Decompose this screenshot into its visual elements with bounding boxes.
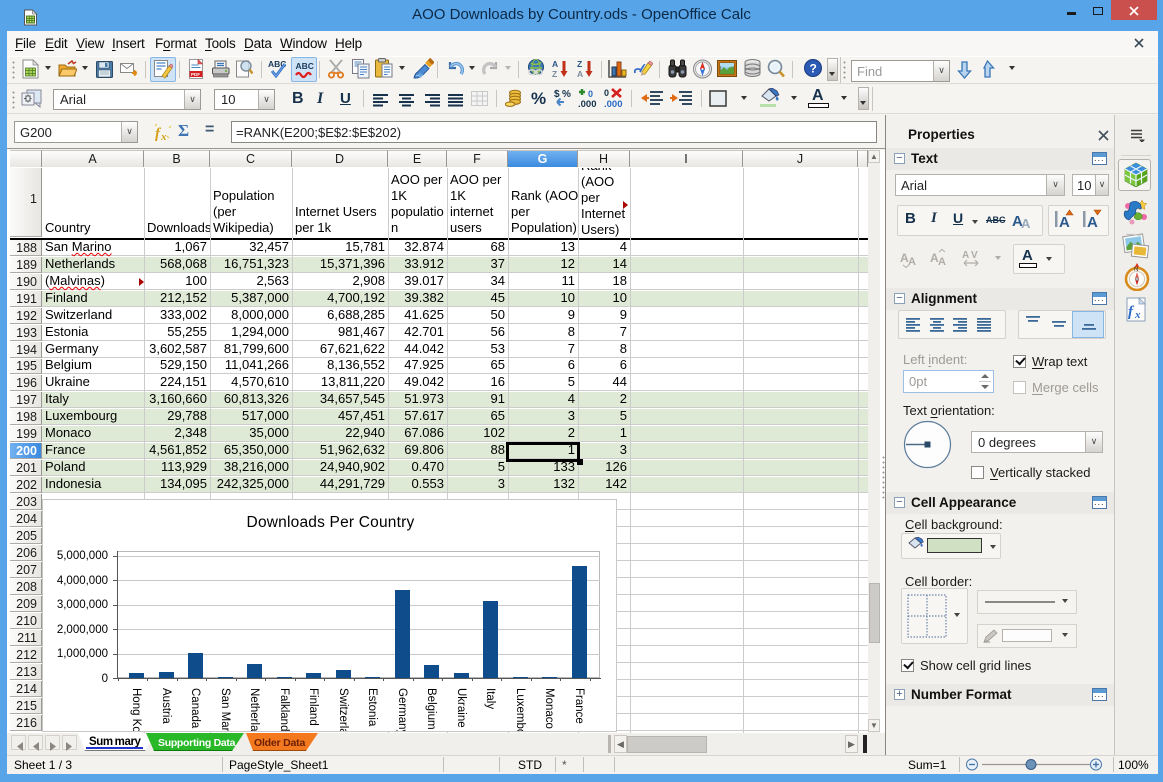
svg-text:x: x: [1134, 309, 1141, 321]
svg-text:V: V: [971, 250, 978, 261]
svg-text:0: 0: [588, 89, 593, 99]
svg-text:.000: .000: [578, 99, 597, 108]
svg-text:N: N: [1134, 267, 1138, 273]
svg-text:A: A: [552, 59, 558, 69]
svg-text:PDF: PDF: [191, 72, 200, 77]
svg-text:Z: Z: [552, 69, 557, 79]
svg-text:A: A: [908, 256, 916, 268]
svg-text:A: A: [1087, 214, 1098, 230]
svg-text:A: A: [1021, 216, 1031, 229]
svg-text:Z: Z: [577, 59, 582, 69]
svg-text:A: A: [1059, 214, 1070, 230]
svg-text:ABC: ABC: [296, 61, 314, 71]
svg-text:%: %: [562, 89, 571, 100]
svg-text:$: $: [554, 89, 560, 100]
svg-text:.000: .000: [604, 99, 623, 108]
svg-text:x: x: [160, 131, 167, 142]
svg-text:0: 0: [604, 88, 609, 98]
svg-text:A: A: [577, 69, 583, 79]
svg-text:?: ?: [810, 62, 817, 76]
svg-text:A: A: [938, 256, 946, 268]
svg-text:A: A: [962, 250, 969, 261]
